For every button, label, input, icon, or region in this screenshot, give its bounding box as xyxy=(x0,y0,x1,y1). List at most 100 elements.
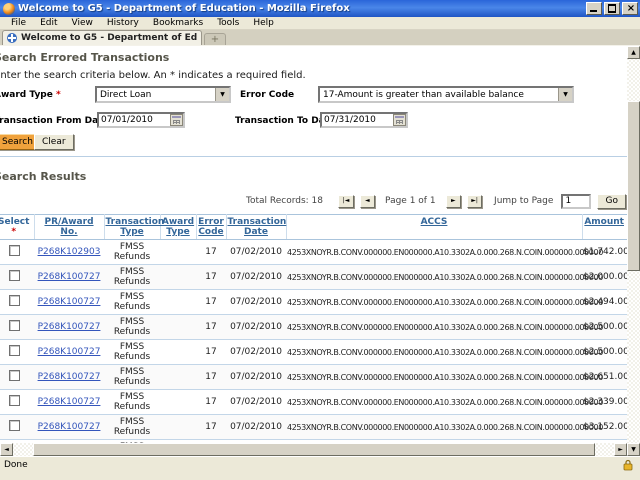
restore-icon xyxy=(608,5,616,12)
transaction-type-cell: FMSS Refunds xyxy=(104,240,160,265)
column-header-error-code[interactable]: Error Code xyxy=(196,215,226,240)
accs-cell: 4253XNOYR.B.CONV.000000.EN000000.A10.330… xyxy=(286,365,582,390)
accs-cell: 4253XNOYR.B.CONV.000000.EN000000.A10.330… xyxy=(286,340,582,365)
pr-award-no-link: P268K100727 xyxy=(34,390,104,415)
jump-to-page-input[interactable] xyxy=(561,194,591,209)
error-code-label: Error Code xyxy=(240,90,294,100)
pr-award-no-link[interactable]: P268K100727 xyxy=(38,397,101,407)
transaction-date-cell: 07/02/2010 xyxy=(226,265,286,290)
pr-award-no-link[interactable]: P268K100727 xyxy=(38,322,101,332)
scroll-left-icon[interactable]: ◄ xyxy=(0,443,13,456)
section-divider xyxy=(0,156,627,157)
firefox-icon xyxy=(3,3,15,15)
error-code-select[interactable]: 17-Amount is greater than available bala… xyxy=(318,86,574,103)
table-row: P268K100727FMSS Refunds1707/02/20104253X… xyxy=(0,415,627,440)
scroll-down-icon[interactable]: ▼ xyxy=(627,443,640,456)
accs-cell: 4253XNOYR.B.CONV.000000.EN000000.A10.330… xyxy=(286,415,582,440)
pr-award-no-link[interactable]: P268K100727 xyxy=(38,422,101,432)
horizontal-scrollbar-thumb[interactable] xyxy=(33,443,595,456)
prev-page-button[interactable]: ◄ xyxy=(360,195,375,208)
scroll-right-icon[interactable]: ► xyxy=(614,443,627,456)
pr-award-no-link[interactable]: P268K102903 xyxy=(38,247,101,257)
row-select-checkbox[interactable] xyxy=(9,295,20,306)
first-page-button[interactable]: |◄ xyxy=(338,195,353,208)
amount-cell: $2,339.00 xyxy=(582,390,627,415)
menu-history[interactable]: History xyxy=(100,18,146,28)
pr-award-no-link[interactable]: P268K100727 xyxy=(38,347,101,357)
accs-cell: 4253XNOYR.B.CONV.000000.EN000000.A10.330… xyxy=(286,240,582,265)
amount-cell: $2,500.00 xyxy=(582,340,627,365)
clear-button[interactable]: Clear xyxy=(34,134,74,150)
last-page-button[interactable]: ►| xyxy=(467,195,482,208)
amount-cell: $3,152.00 xyxy=(582,415,627,440)
menu-view[interactable]: View xyxy=(65,18,100,28)
transaction-type-cell: FMSS Refunds xyxy=(104,415,160,440)
menu-bookmarks[interactable]: Bookmarks xyxy=(146,18,210,28)
row-select-checkbox[interactable] xyxy=(9,395,20,406)
column-header-award-type[interactable]: Award Type xyxy=(160,215,196,240)
menu-edit[interactable]: Edit xyxy=(33,18,64,28)
transaction-from-date-label: Transaction From Date xyxy=(0,116,109,126)
row-select-checkbox[interactable] xyxy=(9,270,20,281)
vertical-scrollbar-thumb[interactable] xyxy=(627,101,640,271)
row-select-checkbox xyxy=(0,240,34,265)
table-row: P268K100727FMSS Refunds1707/02/20104253X… xyxy=(0,265,627,290)
pr-award-no-link: P268K100727 xyxy=(34,265,104,290)
award-type-select[interactable]: Direct Loan ▼ xyxy=(95,86,231,103)
status-bar: Done xyxy=(0,456,640,480)
calendar-icon[interactable] xyxy=(393,114,406,126)
error-code-cell: 17 xyxy=(196,290,226,315)
menu-tools[interactable]: Tools xyxy=(210,18,246,28)
table-row: P268K100727FMSS Refunds1707/02/20104253X… xyxy=(0,290,627,315)
minimize-button[interactable] xyxy=(586,2,602,15)
close-button[interactable]: × xyxy=(622,2,638,15)
vertical-scrollbar[interactable]: ▲ ▼ xyxy=(627,46,640,456)
menu-bar: File Edit View History Bookmarks Tools H… xyxy=(0,17,640,30)
lock-icon[interactable] xyxy=(622,459,634,471)
column-header-transaction-type[interactable]: Transaction Type xyxy=(104,215,160,240)
menu-help[interactable]: Help xyxy=(246,18,281,28)
column-header-accs[interactable]: ACCS xyxy=(286,215,582,240)
transaction-date-cell: 07/02/2010 xyxy=(226,290,286,315)
row-select-checkbox[interactable] xyxy=(9,345,20,356)
accs-cell: 4253XNOYR.B.CONV.000000.EN000000.A10.330… xyxy=(286,390,582,415)
error-code-cell: 17 xyxy=(196,265,226,290)
row-select-checkbox[interactable] xyxy=(9,245,20,256)
transaction-date-cell: 07/02/2010 xyxy=(226,365,286,390)
pr-award-no-link[interactable]: P268K100727 xyxy=(38,297,101,307)
go-button[interactable]: Go xyxy=(597,194,626,209)
column-header-pr-award-no[interactable]: PR/Award No. xyxy=(34,215,104,240)
pr-award-no-link[interactable]: P268K100727 xyxy=(38,372,101,382)
amount-cell: $2,500.00 xyxy=(582,315,627,340)
close-icon: × xyxy=(623,2,639,15)
award-type-cell xyxy=(160,315,196,340)
award-type-cell xyxy=(160,240,196,265)
tab-welcome-g5[interactable]: Welcome to G5 - Department of Edu... xyxy=(2,30,202,45)
award-type-label: Award Type * xyxy=(0,90,61,100)
next-page-button[interactable]: ► xyxy=(446,195,461,208)
new-tab-button[interactable]: + xyxy=(204,33,226,45)
column-header-transaction-date[interactable]: Transaction Date xyxy=(226,215,286,240)
status-text: Done xyxy=(4,460,28,470)
row-select-checkbox[interactable] xyxy=(9,370,20,381)
calendar-icon[interactable] xyxy=(170,114,183,126)
restore-button[interactable] xyxy=(604,2,620,15)
transaction-date-cell: 07/02/2010 xyxy=(226,315,286,340)
scroll-up-icon[interactable]: ▲ xyxy=(627,46,640,59)
pr-award-no-link[interactable]: P268K100727 xyxy=(38,272,101,282)
transaction-type-cell: FMSS Refunds xyxy=(104,315,160,340)
page-indicator: Page 1 of 1 xyxy=(385,196,436,206)
tab-strip: Welcome to G5 - Department of Edu... + xyxy=(0,30,640,46)
column-header-select: Select * xyxy=(0,215,34,240)
chevron-down-icon: ▼ xyxy=(558,88,572,101)
accs-cell: 4253XNOYR.B.CONV.000000.EN000000.A10.330… xyxy=(286,315,582,340)
results-section-heading: Search Results xyxy=(0,170,86,183)
menu-file[interactable]: File xyxy=(4,18,33,28)
error-code-cell: 17 xyxy=(196,365,226,390)
tab-label: Welcome to G5 - Department of Edu... xyxy=(21,33,197,43)
amount-cell: $2,494.00 xyxy=(582,290,627,315)
column-header-amount[interactable]: Amount xyxy=(582,215,627,240)
row-select-checkbox[interactable] xyxy=(9,420,20,431)
row-select-checkbox[interactable] xyxy=(9,320,20,331)
horizontal-scrollbar[interactable]: ◄ ► xyxy=(0,443,627,456)
